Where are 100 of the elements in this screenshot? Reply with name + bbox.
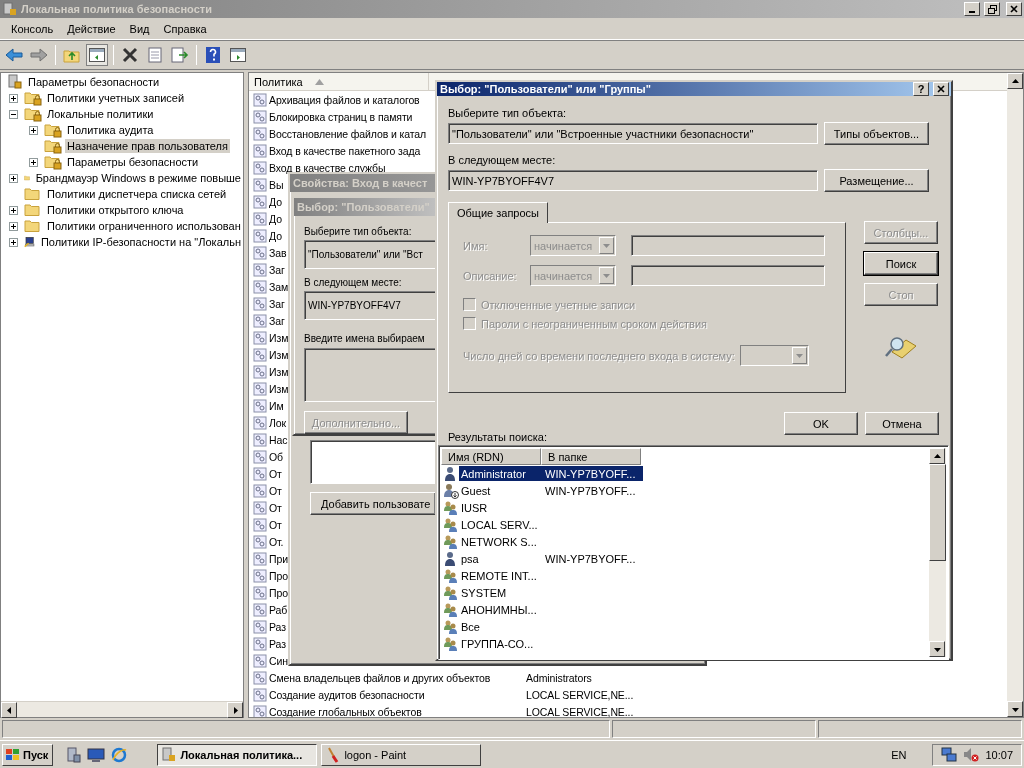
- policy-name[interactable]: Вход в качестве службы: [269, 161, 386, 174]
- scroll-down-button[interactable]: [1007, 701, 1023, 717]
- policy-name[interactable]: Об: [269, 450, 283, 463]
- tree-item[interactable]: Политики открытого ключа: [45, 203, 186, 217]
- policy-name[interactable]: От: [269, 518, 282, 531]
- scroll-left-button[interactable]: [1, 702, 17, 718]
- column-header[interactable]: Имя (RDN): [441, 448, 541, 465]
- tree-item[interactable]: Брандмауэр Windows в режиме повыше: [33, 171, 243, 185]
- text-field[interactable]: [631, 265, 825, 286]
- start-button[interactable]: Пуск: [2, 743, 54, 766]
- policy-name[interactable]: Создание аудитов безопасности: [269, 688, 425, 701]
- policy-name[interactable]: До: [269, 229, 282, 242]
- tree-item[interactable]: Политики учетных записей: [45, 91, 187, 105]
- result-name[interactable]: NETWORK S...: [459, 534, 543, 549]
- expand-toggle[interactable]: [29, 157, 38, 167]
- network-icon[interactable]: [941, 746, 958, 763]
- policy-name[interactable]: Изм: [269, 331, 289, 344]
- tree-item[interactable]: Локальные политики: [45, 107, 156, 121]
- help-button[interactable]: ?: [913, 82, 929, 96]
- policy-name[interactable]: Зам: [269, 280, 289, 293]
- minimize-button[interactable]: [964, 2, 980, 16]
- tree-item[interactable]: Назначение прав пользователя: [65, 139, 230, 153]
- policy-name[interactable]: Им: [269, 399, 284, 412]
- policy-name[interactable]: Создание глобальных объектов: [269, 705, 422, 717]
- text-field[interactable]: [631, 235, 825, 256]
- browser-icon[interactable]: [111, 746, 128, 763]
- result-name[interactable]: SYSTEM: [459, 585, 543, 600]
- policy-name[interactable]: Вход в качестве пакетного зада: [269, 144, 421, 157]
- menu-item[interactable]: Вид: [122, 20, 157, 37]
- result-name[interactable]: psa: [459, 551, 543, 566]
- scroll-up-button[interactable]: [929, 448, 945, 464]
- tree-item[interactable]: Политики IP-безопасности на "Локальн: [38, 235, 243, 249]
- policy-name[interactable]: От: [269, 467, 282, 480]
- server-manager-icon[interactable]: [65, 746, 82, 763]
- scroll-thumb[interactable]: [929, 464, 946, 561]
- result-name[interactable]: Administrator: [459, 466, 543, 481]
- policy-name[interactable]: Изм: [269, 365, 289, 378]
- taskbar-button[interactable]: Локальная политика...: [157, 743, 318, 766]
- tree-item[interactable]: Политики диспетчера списка сетей: [45, 187, 229, 201]
- policy-name[interactable]: При: [269, 552, 288, 565]
- policy-name[interactable]: Заг: [269, 263, 285, 276]
- policy-name[interactable]: Смена владельцев файлов и других объектов: [269, 671, 491, 684]
- scroll-right-button[interactable]: [227, 702, 243, 718]
- policy-name[interactable]: Изм: [269, 382, 289, 395]
- location-button[interactable]: Размещение...: [824, 169, 929, 192]
- policy-name[interactable]: Архивация файлов и каталогов: [269, 93, 420, 106]
- scroll-up-button[interactable]: [1007, 73, 1023, 89]
- result-name[interactable]: LOCAL SERV...: [459, 517, 543, 532]
- expand-toggle[interactable]: [9, 205, 18, 215]
- desktop-icon[interactable]: [87, 746, 106, 763]
- policy-name[interactable]: Раб: [269, 603, 288, 616]
- restore-button[interactable]: [984, 2, 1000, 16]
- add-user-button[interactable]: Добавить пользовате: [310, 492, 436, 515]
- result-name[interactable]: REMOTE INT...: [459, 568, 543, 583]
- object-types-button[interactable]: Типы объектов...: [824, 122, 929, 145]
- result-name[interactable]: Guest: [459, 483, 543, 498]
- result-name[interactable]: АНОНИМНЫ...: [459, 602, 543, 617]
- policy-name[interactable]: Син: [269, 654, 288, 667]
- policy-name[interactable]: От: [269, 501, 282, 514]
- policy-name[interactable]: От: [269, 484, 282, 497]
- expand-toggle[interactable]: [29, 125, 38, 135]
- collapse-toggle[interactable]: [9, 109, 18, 119]
- cancel-button[interactable]: Отмена: [865, 412, 939, 435]
- menu-item[interactable]: Справка: [156, 20, 214, 37]
- policy-name[interactable]: От.: [269, 535, 284, 548]
- expand-toggle[interactable]: [9, 221, 18, 231]
- tree-item[interactable]: Политика аудита: [65, 123, 156, 137]
- close-button[interactable]: [1006, 2, 1022, 16]
- dialog-button[interactable]: Поиск: [864, 252, 938, 275]
- tree-item[interactable]: Параметры безопасности: [65, 155, 201, 169]
- result-name[interactable]: Все: [459, 619, 543, 634]
- policy-name[interactable]: Блокировка страниц в памяти: [269, 110, 413, 123]
- policy-name[interactable]: Заг: [269, 297, 285, 310]
- console-tree-button[interactable]: [86, 43, 108, 66]
- tab[interactable]: Общие запросы: [448, 202, 548, 223]
- policy-name[interactable]: До: [269, 212, 282, 225]
- policy-name[interactable]: Про: [269, 586, 288, 599]
- tree-item[interactable]: Политики ограниченного использован: [45, 219, 243, 233]
- column-header[interactable]: В папке: [541, 448, 641, 465]
- taskbar-button[interactable]: logon - Paint: [321, 743, 482, 766]
- policy-name[interactable]: Зав: [269, 246, 287, 259]
- policy-name[interactable]: Вы: [269, 178, 284, 191]
- policy-name[interactable]: Раз: [269, 637, 286, 650]
- policy-name[interactable]: Изм: [269, 348, 289, 361]
- expand-toggle[interactable]: [9, 237, 18, 247]
- result-name[interactable]: IUSR: [459, 500, 543, 515]
- menu-item[interactable]: Консоль: [4, 20, 61, 37]
- volume-muted-icon[interactable]: [963, 746, 980, 763]
- result-name[interactable]: ГРУППА-СО...: [459, 636, 543, 651]
- policy-name[interactable]: Лок: [269, 416, 287, 429]
- policy-name[interactable]: Нас: [269, 433, 288, 446]
- days-dropdown[interactable]: [739, 345, 809, 366]
- policy-name[interactable]: Восстановление файлов и катал: [269, 127, 427, 140]
- policy-name[interactable]: Заг: [269, 314, 285, 327]
- menu-item[interactable]: Действие: [60, 20, 123, 37]
- scroll-down-button[interactable]: [929, 641, 945, 657]
- expand-toggle[interactable]: [9, 93, 18, 103]
- policy-name[interactable]: Раз: [269, 620, 286, 633]
- policy-name[interactable]: Про: [269, 569, 288, 582]
- tree-item[interactable]: Параметры безопасности: [26, 75, 162, 89]
